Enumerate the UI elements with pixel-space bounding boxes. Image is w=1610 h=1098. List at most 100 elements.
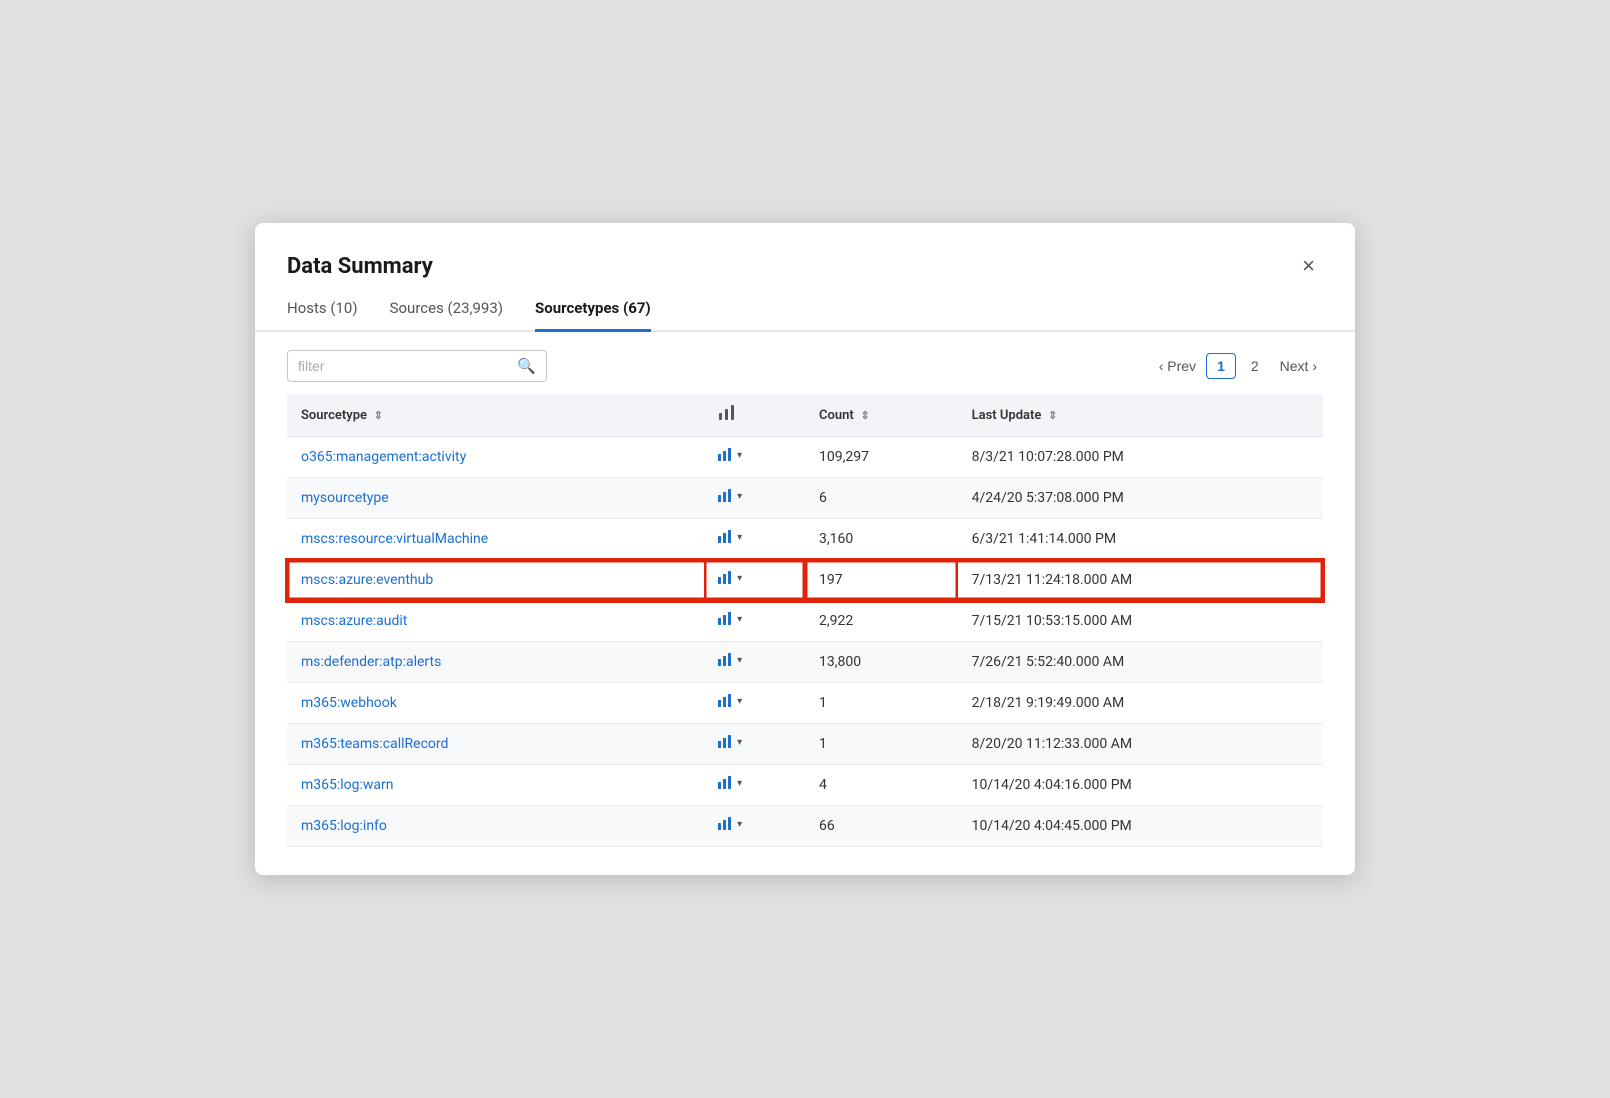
chart-dropdown-arrow[interactable]: ▾ [737, 655, 742, 666]
table-row: m365:log:info ▾ 6610/14/20 4:04:45.000 P… [287, 806, 1323, 847]
bar-chart-icon[interactable]: ▾ [718, 735, 742, 749]
count-cell: 6 [805, 478, 958, 519]
count-cell: 4 [805, 765, 958, 806]
chart-cell: ▾ [704, 560, 805, 601]
table-row: ms:defender:atp:alerts ▾ 13,8007/26/21 5… [287, 642, 1323, 683]
chart-dropdown-arrow[interactable]: ▾ [737, 614, 742, 625]
toolbar: 🔍 ‹ Prev12Next › [255, 332, 1355, 394]
chart-cell: ▾ [704, 437, 805, 478]
table-row: mysourcetype ▾ 64/24/20 5:37:08.000 PM [287, 478, 1323, 519]
chart-dropdown-arrow[interactable]: ▾ [737, 491, 742, 502]
close-button[interactable]: × [1294, 251, 1323, 281]
prev-page-button[interactable]: ‹ Prev [1153, 354, 1202, 378]
chart-dropdown-arrow[interactable]: ▾ [737, 737, 742, 748]
sourcetype-cell: ms:defender:atp:alerts [287, 642, 704, 683]
table-row: mscs:azure:eventhub ▾ 1977/13/21 11:24:1… [287, 560, 1323, 601]
col-header-chart [704, 394, 805, 437]
bar-chart-icon[interactable]: ▾ [718, 612, 742, 626]
table-row: o365:management:activity ▾ 109,2978/3/21… [287, 437, 1323, 478]
bar-chart-icon[interactable]: ▾ [718, 489, 742, 503]
chart-cell: ▾ [704, 642, 805, 683]
tabs-row: Hosts (10) Sources (23,993) Sourcetypes (6… [255, 281, 1355, 332]
last-update-cell: 8/20/20 11:12:33.000 AM [958, 724, 1323, 765]
chart-dropdown-arrow[interactable]: ▾ [737, 532, 742, 543]
table-row: m365:log:warn ▾ 410/14/20 4:04:16.000 PM [287, 765, 1323, 806]
col-header-last_update[interactable]: Last Update ⇕ [958, 394, 1323, 437]
last-update-cell: 8/3/21 10:07:28.000 PM [958, 437, 1323, 478]
sourcetype-link[interactable]: m365:teams:callRecord [301, 736, 448, 752]
last-update-cell: 7/13/21 11:24:18.000 AM [958, 560, 1323, 601]
data-table: Sourcetype ⇕ Count ⇕Last Update ⇕ o365:ma… [287, 394, 1323, 847]
sourcetype-link[interactable]: ms:defender:atp:alerts [301, 654, 441, 670]
page-button-2[interactable]: 2 [1240, 353, 1270, 379]
modal-title: Data Summary [287, 254, 433, 279]
chart-dropdown-arrow[interactable]: ▾ [737, 573, 742, 584]
bar-chart-icon[interactable]: ▾ [718, 776, 742, 790]
sourcetype-cell: m365:log:warn [287, 765, 704, 806]
bar-chart-icon[interactable]: ▾ [718, 694, 742, 708]
filter-input[interactable] [298, 358, 509, 374]
last-update-cell: 7/15/21 10:53:15.000 AM [958, 601, 1323, 642]
tab-sources[interactable]: Sources (23,993) [390, 299, 503, 332]
bar-chart-icon[interactable]: ▾ [718, 530, 742, 544]
table-header-row: Sourcetype ⇕ Count ⇕Last Update ⇕ [287, 394, 1323, 437]
next-page-button[interactable]: Next › [1274, 354, 1323, 378]
chart-dropdown-arrow[interactable]: ▾ [737, 696, 742, 707]
chart-cell: ▾ [704, 724, 805, 765]
last-update-cell: 10/14/20 4:04:16.000 PM [958, 765, 1323, 806]
last-update-cell: 7/26/21 5:52:40.000 AM [958, 642, 1323, 683]
sort-icon-last_update: ⇕ [1045, 409, 1057, 422]
sourcetype-cell: mscs:resource:virtualMachine [287, 519, 704, 560]
sourcetype-cell: m365:log:info [287, 806, 704, 847]
sourcetype-link[interactable]: mscs:azure:eventhub [301, 572, 433, 588]
last-update-cell: 2/18/21 9:19:49.000 AM [958, 683, 1323, 724]
count-cell: 197 [805, 560, 958, 601]
filter-wrap: 🔍 [287, 350, 547, 382]
col-header-sourcetype[interactable]: Sourcetype ⇕ [287, 394, 704, 437]
count-cell: 1 [805, 683, 958, 724]
bar-chart-icon[interactable]: ▾ [718, 448, 742, 462]
sourcetype-cell: m365:teams:callRecord [287, 724, 704, 765]
tab-hosts[interactable]: Hosts (10) [287, 299, 358, 332]
bar-chart-icon[interactable]: ▾ [718, 653, 742, 667]
chart-dropdown-arrow[interactable]: ▾ [737, 819, 742, 830]
data-summary-modal: Data Summary × Hosts (10) Sources (23,993… [255, 223, 1355, 875]
pagination: ‹ Prev12Next › [1153, 353, 1323, 379]
last-update-cell: 6/3/21 1:41:14.000 PM [958, 519, 1323, 560]
sort-icon-count: ⇕ [858, 409, 870, 422]
sourcetype-cell: mscs:azure:eventhub [287, 560, 704, 601]
chart-dropdown-arrow[interactable]: ▾ [737, 450, 742, 461]
chart-cell: ▾ [704, 765, 805, 806]
bar-chart-icon[interactable]: ▾ [718, 571, 742, 585]
sourcetype-cell: mysourcetype [287, 478, 704, 519]
sourcetype-link[interactable]: o365:management:activity [301, 449, 466, 465]
sourcetype-cell: mscs:azure:audit [287, 601, 704, 642]
sourcetype-link[interactable]: m365:webhook [301, 695, 397, 711]
chart-cell: ▾ [704, 601, 805, 642]
count-cell: 13,800 [805, 642, 958, 683]
table-head: Sourcetype ⇕ Count ⇕Last Update ⇕ [287, 394, 1323, 437]
count-cell: 109,297 [805, 437, 958, 478]
sourcetype-link[interactable]: m365:log:info [301, 818, 387, 834]
chart-dropdown-arrow[interactable]: ▾ [737, 778, 742, 789]
tab-sourcetypes[interactable]: Sourcetypes (67) [535, 299, 651, 332]
table-row: mscs:azure:audit ▾ 2,9227/15/21 10:53:15… [287, 601, 1323, 642]
bar-chart-icon[interactable]: ▾ [718, 817, 742, 831]
sourcetype-link[interactable]: mscs:azure:audit [301, 613, 407, 629]
chart-cell: ▾ [704, 519, 805, 560]
page-button-1[interactable]: 1 [1206, 353, 1236, 379]
modal-header: Data Summary × [255, 223, 1355, 281]
table-body: o365:management:activity ▾ 109,2978/3/21… [287, 437, 1323, 847]
sourcetype-link[interactable]: m365:log:warn [301, 777, 394, 793]
sourcetype-cell: o365:management:activity [287, 437, 704, 478]
count-cell: 2,922 [805, 601, 958, 642]
chart-cell: ▾ [704, 478, 805, 519]
chart-cell: ▾ [704, 683, 805, 724]
sort-icon-sourcetype: ⇕ [371, 409, 383, 422]
chart-cell: ▾ [704, 806, 805, 847]
count-cell: 3,160 [805, 519, 958, 560]
col-header-count[interactable]: Count ⇕ [805, 394, 958, 437]
sourcetype-link[interactable]: mscs:resource:virtualMachine [301, 531, 488, 547]
sourcetype-link[interactable]: mysourcetype [301, 490, 389, 506]
count-cell: 66 [805, 806, 958, 847]
